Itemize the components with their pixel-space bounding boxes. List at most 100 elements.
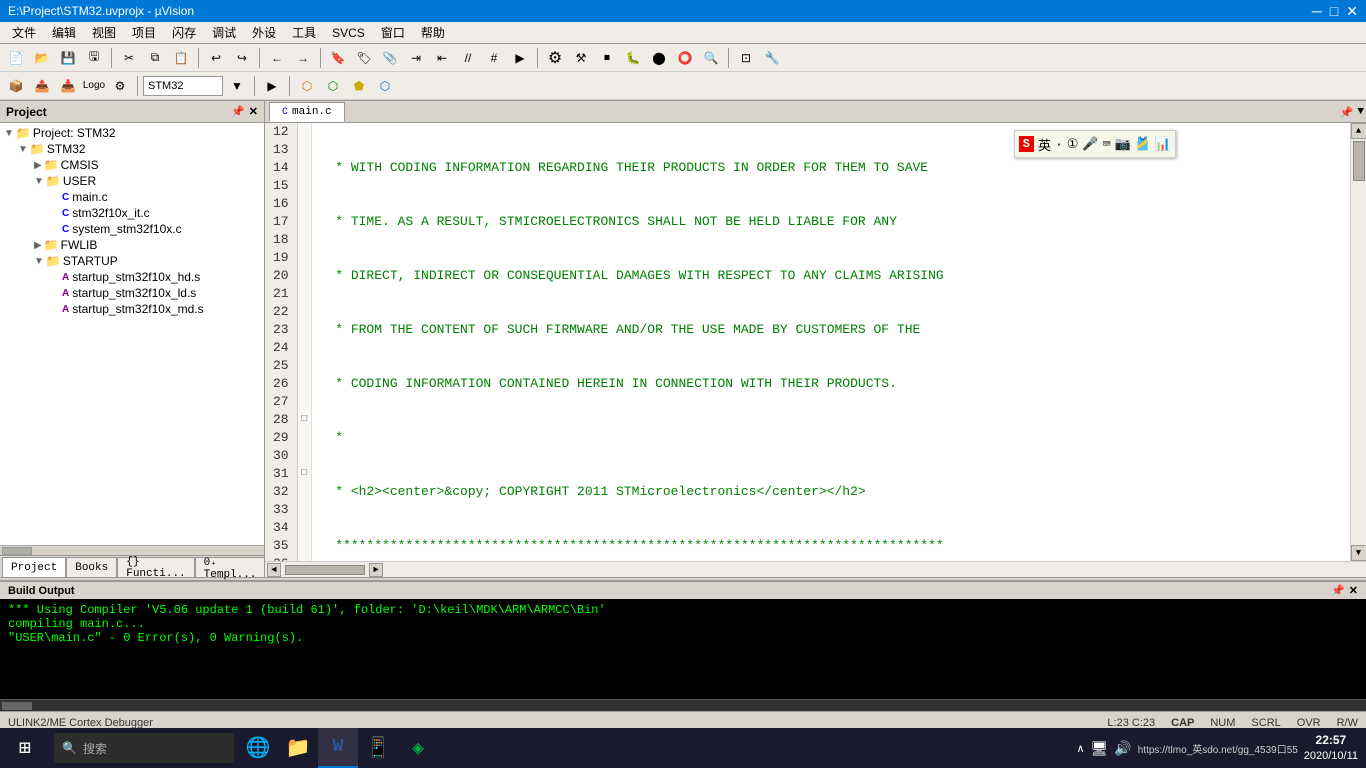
tree-startup-hd[interactable]: A startup_stm32f10x_hd.s bbox=[2, 269, 262, 285]
stop-btn[interactable]: ⏹ bbox=[595, 47, 619, 69]
tab-pin[interactable]: 📌 bbox=[1340, 106, 1354, 120]
taskbar-search[interactable]: 🔍 搜索 bbox=[54, 733, 234, 763]
new-file-btn[interactable]: 📄 bbox=[4, 47, 28, 69]
menu-window[interactable]: 窗口 bbox=[373, 22, 413, 43]
maximize-button[interactable]: □ bbox=[1330, 3, 1338, 20]
editor-vscrollbar[interactable]: ▲ ▼ bbox=[1350, 123, 1366, 561]
menu-edit[interactable]: 编辑 bbox=[44, 22, 84, 43]
code-content[interactable]: * WITH CODING INFORMATION REGARDING THEI… bbox=[312, 123, 1350, 561]
editor-content[interactable]: 12 13 14 15 16 17 18 19 20 21 22 23 24 2… bbox=[265, 123, 1366, 561]
bookmark2-btn[interactable]: 🏷 bbox=[352, 47, 376, 69]
redo-btn[interactable]: ↪ bbox=[230, 47, 254, 69]
close-panel-icon[interactable]: ✕ bbox=[249, 105, 258, 118]
hscroll-left[interactable]: ◄ bbox=[267, 563, 281, 577]
tree-main-c[interactable]: C main.c bbox=[2, 189, 262, 205]
proj-btn1[interactable]: 📦 bbox=[4, 75, 28, 97]
menu-help[interactable]: 帮助 bbox=[413, 22, 453, 43]
sogou-lang[interactable]: 英 bbox=[1038, 135, 1051, 154]
undo-btn[interactable]: ↩ bbox=[204, 47, 228, 69]
scroll-up-btn[interactable]: ▲ bbox=[1351, 123, 1366, 139]
tree-startup-ld[interactable]: A startup_stm32f10x_ld.s bbox=[2, 285, 262, 301]
editor-hscrollbar[interactable]: ◄ ► bbox=[265, 561, 1366, 577]
fold-31[interactable]: □ bbox=[298, 465, 311, 483]
proj-tab-project[interactable]: Project bbox=[2, 557, 66, 577]
tree-startup-md[interactable]: A startup_stm32f10x_md.s bbox=[2, 301, 262, 317]
nav-back-btn[interactable]: ← bbox=[265, 47, 289, 69]
proj-btn3[interactable]: 📥 bbox=[56, 75, 80, 97]
tree-system-stm32[interactable]: C system_stm32f10x.c bbox=[2, 221, 262, 237]
editor-tab-main-c[interactable]: C main.c bbox=[269, 102, 345, 122]
indent-btn[interactable]: ⇥ bbox=[404, 47, 428, 69]
menu-tools[interactable]: 工具 bbox=[284, 22, 324, 43]
pin-icon[interactable]: 📌 bbox=[231, 105, 245, 118]
build-btn[interactable]: ⚙ bbox=[543, 47, 567, 69]
start-button[interactable]: ⊞ bbox=[0, 728, 50, 768]
target-select[interactable]: STM32 bbox=[143, 76, 223, 96]
taskbar-arrow[interactable]: ∧ bbox=[1076, 742, 1084, 755]
tree-root[interactable]: ▼ 📁 Project: STM32 bbox=[2, 125, 262, 141]
comment-btn[interactable]: // bbox=[456, 47, 480, 69]
sogou-keyboard[interactable]: ⌨ bbox=[1103, 137, 1111, 152]
tree-stm32f10x-it[interactable]: C stm32f10x_it.c bbox=[2, 205, 262, 221]
menu-svcs[interactable]: SVCS bbox=[324, 24, 373, 42]
sogou-camera[interactable]: 📷 bbox=[1114, 137, 1130, 152]
paste-btn[interactable]: 📋 bbox=[169, 47, 193, 69]
nav-fwd-btn[interactable]: → bbox=[291, 47, 315, 69]
rebuild-btn[interactable]: ⚒ bbox=[569, 47, 593, 69]
bottom-pin-icon[interactable]: 📌 bbox=[1331, 584, 1345, 597]
proj-tab-functions[interactable]: {} Functi... bbox=[117, 557, 194, 577]
sogou-mic[interactable]: 🎤 bbox=[1082, 137, 1098, 152]
tree-cmsis[interactable]: ▶ 📁 CMSIS bbox=[2, 157, 262, 173]
bookmark3-btn[interactable]: 📎 bbox=[378, 47, 402, 69]
flash-btn2[interactable]: ⬡ bbox=[321, 75, 345, 97]
menu-debug[interactable]: 调试 bbox=[204, 22, 244, 43]
window-btn[interactable]: ⊡ bbox=[734, 47, 758, 69]
tree-startup[interactable]: ▼ 📁 STARTUP bbox=[2, 253, 262, 269]
run2-btn[interactable]: ▶ bbox=[260, 75, 284, 97]
dbg2-btn[interactable]: ⬤ bbox=[647, 47, 671, 69]
taskbar-item-edge[interactable]: 🌐 bbox=[238, 728, 278, 768]
proj-btn5[interactable]: ⚙ bbox=[108, 75, 132, 97]
flash-btn4[interactable]: ⬡ bbox=[373, 75, 397, 97]
bottom-scroll-thumb[interactable] bbox=[2, 702, 32, 710]
flash-btn3[interactable]: ⬟ bbox=[347, 75, 371, 97]
bottom-close-icon[interactable]: ✕ bbox=[1349, 584, 1358, 597]
bottom-hscroll[interactable] bbox=[0, 699, 1366, 711]
target-dropdown[interactable]: ▼ bbox=[225, 75, 249, 97]
taskbar-item-phone[interactable]: 📱 bbox=[358, 728, 398, 768]
sogou-chart[interactable]: 📊 bbox=[1155, 137, 1171, 152]
proj-tab-templates[interactable]: 0₊ Templ... bbox=[195, 557, 266, 577]
bookmark1-btn[interactable]: 🔖 bbox=[326, 47, 350, 69]
scroll-down-btn[interactable]: ▼ bbox=[1351, 545, 1366, 561]
dbg3-btn[interactable]: ⭕ bbox=[673, 47, 697, 69]
fold-28[interactable]: □ bbox=[298, 411, 311, 429]
taskbar-item-explorer[interactable]: 📁 bbox=[278, 728, 318, 768]
proj-btn2[interactable]: 📤 bbox=[30, 75, 54, 97]
settings-btn[interactable]: 🔧 bbox=[760, 47, 784, 69]
run-btn[interactable]: ▶ bbox=[508, 47, 532, 69]
save-all-btn[interactable]: 🖫 bbox=[82, 47, 106, 69]
copy-btn[interactable]: ⧉ bbox=[143, 47, 167, 69]
project-hscroll[interactable] bbox=[0, 545, 264, 555]
dbg4-btn[interactable]: 🔍 bbox=[699, 47, 723, 69]
minimize-button[interactable]: ─ bbox=[1312, 3, 1322, 20]
scroll-thumb[interactable] bbox=[1353, 141, 1365, 181]
clock[interactable]: 22:57 2020/10/11 bbox=[1304, 732, 1358, 764]
cut-btn[interactable]: ✂ bbox=[117, 47, 141, 69]
taskbar-item-app[interactable]: ◈ bbox=[398, 728, 438, 768]
menu-project[interactable]: 项目 bbox=[124, 22, 164, 43]
hscroll-thumb[interactable] bbox=[285, 565, 365, 575]
tree-stm32[interactable]: ▼ 📁 STM32 bbox=[2, 141, 262, 157]
taskbar-volume[interactable]: 🔊 bbox=[1114, 740, 1131, 757]
dbg-btn[interactable]: 🐛 bbox=[621, 47, 645, 69]
taskbar-network[interactable]: 🖥 bbox=[1091, 740, 1109, 757]
proj-tab-books[interactable]: Books bbox=[66, 557, 117, 577]
sogou-clothing[interactable]: 🎽 bbox=[1135, 137, 1151, 152]
menu-flash[interactable]: 闪存 bbox=[164, 22, 204, 43]
proj-btn4[interactable]: Logo bbox=[82, 75, 106, 97]
open-btn[interactable]: 📂 bbox=[30, 47, 54, 69]
menu-file[interactable]: 文件 bbox=[4, 22, 44, 43]
uncomment-btn[interactable]: # bbox=[482, 47, 506, 69]
menu-view[interactable]: 视图 bbox=[84, 22, 124, 43]
save-btn[interactable]: 💾 bbox=[56, 47, 80, 69]
